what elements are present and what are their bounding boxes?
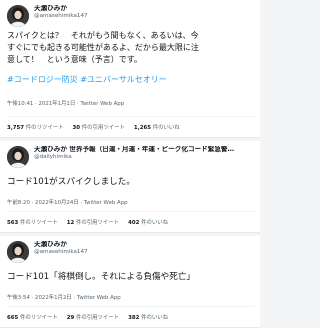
quotes-label: 件の引用ツイート — [75, 220, 120, 226]
user-handle[interactable]: @dailyhimika — [34, 154, 234, 160]
display-name[interactable]: 天瀬ひみか — [34, 5, 88, 12]
likes-label: 件のいいね — [141, 220, 169, 226]
user-handle[interactable]: @amasehimika147 — [34, 13, 88, 19]
engagement-stats: 665 件のリツイート 29 件の引用ツイート 382 件のいいね — [7, 306, 254, 327]
screenshot-page: 天瀬ひみか @amasehimika147 スパイクとは？ それがもう間もなく、… — [0, 0, 260, 328]
tweet-timestamp[interactable]: 午後3:54 · 2022年1月2日 · Twitter Web App — [7, 293, 121, 301]
tweet-header: 天瀬ひみか @amasehimika147 — [7, 5, 88, 27]
quotes-count: 29 — [66, 315, 75, 321]
likes-count: 382 — [128, 315, 140, 321]
retweets-label: 件のリツイート — [25, 125, 64, 131]
quotes-label: 件の引用ツイート — [75, 315, 120, 321]
likes-label: 件のいいね — [141, 315, 169, 321]
tweet-text: コード101「将棋倒し。それによる負傷や死亡」 — [7, 272, 196, 282]
hashtag-row: #コードロジー防災 #ユニバーサルセオリー — [7, 74, 254, 86]
retweets-count: 563 — [7, 220, 19, 226]
hashtag-links[interactable]: #コードロジー防災 #ユニバーサルセオリー — [7, 75, 167, 84]
quotes-count: 12 — [66, 220, 75, 226]
likes-stat[interactable]: 402 件のいいね — [128, 218, 168, 226]
display-name[interactable]: 天瀬ひみか — [34, 241, 88, 248]
user-handle[interactable]: @amasehimika147 — [34, 249, 88, 255]
retweets-stat[interactable]: 563 件のリツイート — [7, 218, 58, 226]
tweet-text-line: すぐにでも起きる可能性があるよ、だから最大限に注 — [7, 43, 199, 52]
tweet-card: 天瀬ひみか 世界予報（日運・月運・年運・ピーク化コード緊急警… @dailyhi… — [0, 141, 260, 233]
tweet-text-line: スパイクとは？ それがもう間もなく、あるいは、今 — [7, 31, 199, 40]
avatar[interactable] — [7, 5, 29, 27]
avatar-image — [7, 241, 29, 263]
tweet-card: 天瀬ひみか @amasehimika147 コード101「将棋倒し。それによる負… — [0, 236, 260, 328]
quotes-label: 件の引用ツイート — [81, 125, 125, 131]
tweet-text: コード101がスパイクしました。 — [7, 177, 135, 187]
tweet-header: 天瀬ひみか @amasehimika147 — [7, 241, 88, 263]
retweets-stat[interactable]: 665 件のリツイート — [7, 313, 58, 321]
tweet-text-line: 意して！ という意味（予言）です。 — [7, 55, 142, 64]
engagement-stats: 563 件のリツイート 12 件の引用ツイート 402 件のいいね — [7, 211, 254, 232]
quotes-stat[interactable]: 30 件の引用ツイート — [73, 123, 125, 131]
quotes-count: 30 — [72, 125, 81, 131]
likes-count: 1,265 — [133, 125, 151, 131]
display-name[interactable]: 天瀬ひみか 世界予報（日運・月運・年運・ピーク化コード緊急警… — [34, 146, 234, 153]
tweet-timestamp[interactable]: 午後10:41 · 2021年1月1日 · Twitter Web App — [7, 99, 124, 107]
retweets-stat[interactable]: 3,757 件のリツイート — [7, 123, 64, 131]
likes-stat[interactable]: 382 件のいいね — [128, 313, 168, 321]
avatar-image — [7, 146, 29, 168]
avatar[interactable] — [7, 241, 29, 263]
tweet-card: 天瀬ひみか @amasehimika147 スパイクとは？ それがもう間もなく、… — [0, 0, 260, 138]
engagement-stats: 3,757 件のリツイート 30 件の引用ツイート 1,265 件のいいね — [7, 116, 254, 137]
likes-stat[interactable]: 1,265 件のいいね — [134, 123, 180, 131]
retweets-count: 3,757 — [7, 125, 25, 131]
quotes-stat[interactable]: 12 件の引用ツイート — [67, 218, 119, 226]
retweets-label: 件のリツイート — [19, 220, 58, 226]
retweets-label: 件のリツイート — [19, 315, 58, 321]
likes-label: 件のいいね — [152, 125, 180, 131]
tweet-text: スパイクとは？ それがもう間もなく、あるいは、今 すぐにでも起きる可能性があるよ… — [7, 30, 254, 66]
likes-count: 402 — [128, 220, 140, 226]
avatar-image — [7, 5, 29, 27]
retweets-count: 665 — [7, 315, 19, 321]
tweet-header: 天瀬ひみか 世界予報（日運・月運・年運・ピーク化コード緊急警… @dailyhi… — [7, 146, 234, 168]
avatar[interactable] — [7, 146, 29, 168]
quotes-stat[interactable]: 29 件の引用ツイート — [67, 313, 119, 321]
tweet-timestamp[interactable]: 午前8:20 · 2022年10月24日 · Twitter Web App — [7, 198, 128, 206]
